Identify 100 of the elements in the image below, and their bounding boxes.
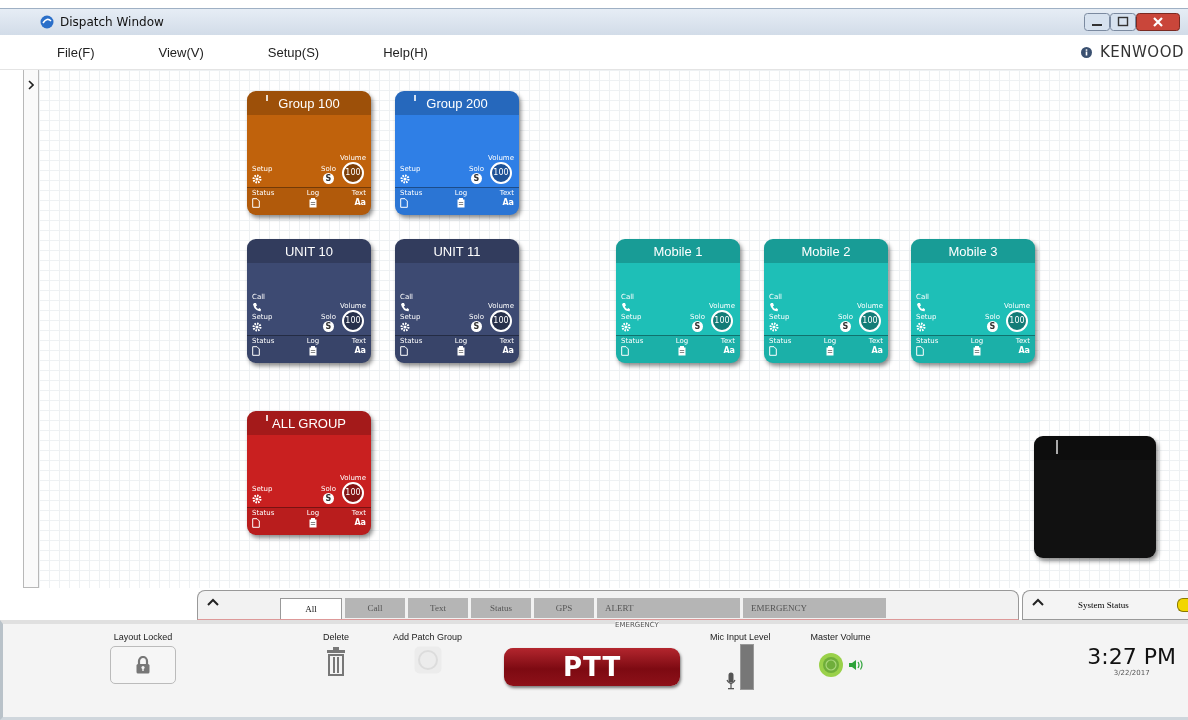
gear-icon — [400, 174, 410, 184]
solo-button[interactable]: S — [322, 321, 334, 332]
tile-title: Group 100 — [278, 95, 340, 111]
tile-title: Mobile 1 — [653, 243, 703, 259]
solo-button[interactable]: S — [986, 321, 998, 332]
document-icon — [916, 346, 924, 356]
tool-label: Master Volume — [810, 632, 871, 642]
solo-button[interactable]: S — [470, 321, 482, 332]
close-icon — [1136, 13, 1180, 31]
system-status-label: System Status — [1078, 600, 1129, 610]
clipboard-icon — [457, 198, 466, 208]
channel-tile[interactable] — [1034, 436, 1156, 558]
mic-level-meter — [740, 644, 755, 690]
gear-icon — [769, 322, 779, 332]
delete-button[interactable] — [326, 646, 346, 676]
collapse-icon — [207, 598, 219, 606]
expand-icon — [28, 80, 34, 90]
tile-title: ALL GROUP — [272, 415, 346, 431]
tile-title: Mobile 2 — [801, 243, 851, 259]
filter-tab[interactable]: EMERGENCY — [743, 598, 886, 618]
solo-button[interactable]: S — [839, 321, 851, 332]
volume-knob[interactable]: 100 — [341, 482, 364, 504]
text-button[interactable]: Aa — [354, 346, 366, 356]
document-icon — [252, 346, 260, 356]
filter-tab[interactable]: All — [280, 598, 342, 619]
maximize-icon — [1110, 13, 1136, 31]
clipboard-icon — [826, 346, 835, 356]
window-title: Dispatch Window — [60, 15, 164, 29]
text-button[interactable]: Aa — [354, 518, 366, 528]
tile-title: UNIT 11 — [433, 243, 481, 259]
solo-button[interactable]: S — [322, 493, 334, 504]
gear-icon — [252, 174, 262, 184]
solo-button[interactable]: S — [322, 173, 334, 184]
gear-icon — [252, 322, 262, 332]
gear-icon — [621, 322, 631, 332]
trash-icon — [326, 646, 346, 676]
filter-tab[interactable]: Call — [345, 598, 405, 618]
menu-item[interactable]: Help(H) — [383, 44, 428, 60]
phone-icon — [621, 302, 630, 312]
gear-icon — [916, 322, 926, 332]
brand-logo: KENWOOD — [1099, 43, 1184, 61]
speaker-icon — [847, 659, 864, 671]
tool-label: Layout Locked — [113, 632, 173, 642]
document-icon — [252, 518, 260, 528]
volume-knob-icon — [817, 652, 844, 678]
clipboard-icon — [309, 346, 318, 356]
tile-title: Group 200 — [426, 95, 488, 111]
microphone-icon — [726, 672, 737, 690]
volume-knob[interactable]: 100 — [341, 162, 364, 184]
phone-icon — [400, 302, 409, 312]
solo-button[interactable]: S — [691, 321, 703, 332]
clipboard-icon — [973, 346, 982, 356]
menu-item[interactable]: File(F) — [57, 44, 95, 60]
document-icon — [400, 198, 408, 208]
volume-knob[interactable]: 100 — [489, 310, 512, 332]
volume-knob[interactable]: 100 — [1005, 310, 1028, 332]
solo-button[interactable]: S — [470, 173, 482, 184]
minimize-icon — [1084, 13, 1110, 31]
clipboard-icon — [309, 518, 318, 528]
collapse-icon — [1032, 598, 1044, 606]
side-panel-toggle[interactable] — [23, 70, 39, 588]
gear-icon — [252, 494, 262, 504]
menu-item[interactable]: Setup(S) — [267, 44, 320, 60]
volume-knob[interactable]: 100 — [710, 310, 733, 332]
filter-tab[interactable]: Status — [471, 598, 531, 618]
phone-icon — [252, 302, 261, 312]
lock-button[interactable] — [110, 646, 176, 684]
ptt-button[interactable]: PTT — [504, 648, 681, 686]
text-button[interactable]: Aa — [502, 346, 514, 356]
text-button[interactable]: Aa — [354, 198, 366, 208]
tile-title: UNIT 10 — [284, 243, 334, 259]
tile-title: Mobile 3 — [948, 243, 998, 259]
filter-tab[interactable]: ALERT — [597, 598, 740, 618]
menu-item[interactable]: View(V) — [158, 44, 204, 60]
marker-icon — [414, 95, 416, 101]
filter-tab[interactable]: Text — [408, 598, 468, 618]
patch-icon — [413, 646, 442, 674]
clipboard-icon — [678, 346, 687, 356]
tool-label: Mic Input Level — [710, 632, 771, 642]
clipboard-icon — [457, 346, 466, 356]
marker-icon — [266, 95, 268, 101]
marker-icon — [266, 415, 268, 421]
document-icon — [400, 346, 408, 356]
clock-time: 3:27 PM — [1087, 644, 1176, 669]
lock-icon — [135, 656, 151, 674]
text-button[interactable]: Aa — [502, 198, 514, 208]
filter-tab[interactable]: GPS — [534, 598, 594, 618]
status-indicator-icon — [1177, 598, 1188, 612]
phone-icon — [916, 302, 925, 312]
app-icon — [40, 15, 54, 29]
volume-knob[interactable]: 100 — [858, 310, 881, 332]
document-icon — [621, 346, 629, 356]
clipboard-icon — [309, 198, 318, 208]
tool-label: Add Patch Group — [393, 632, 463, 642]
volume-knob[interactable]: 100 — [341, 310, 364, 332]
document-icon — [769, 346, 777, 356]
tool-label: Delete — [323, 632, 349, 642]
help-icon — [1080, 46, 1092, 58]
gear-icon — [400, 322, 410, 332]
volume-knob[interactable]: 100 — [489, 162, 512, 184]
